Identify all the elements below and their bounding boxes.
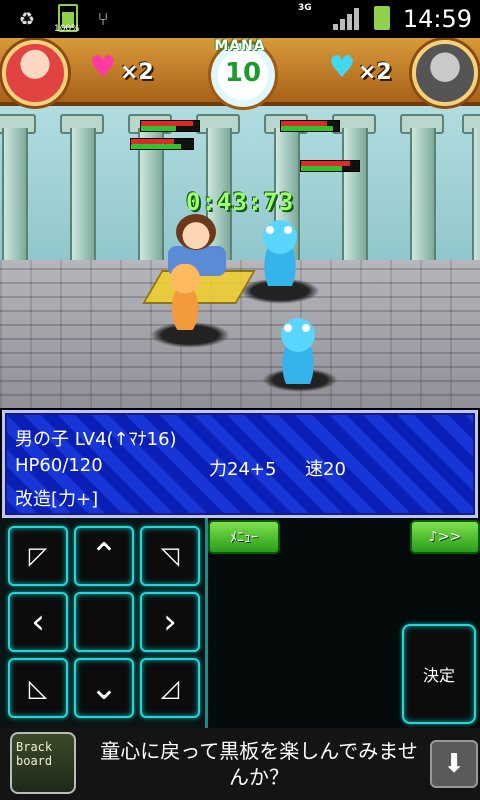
castle-column [342,128,368,268]
pink-heart-icon: ♥ [89,50,117,85]
dpad-down-button[interactable]: ⌄ [74,658,134,718]
download-icon[interactable]: ⬇ [430,740,478,788]
player-lives-count: ×2 [120,60,154,85]
recycle-icon: ♻ [18,8,36,30]
battery-full-icon [374,6,390,30]
castle-column [410,128,436,268]
clock: 14:59 [402,5,472,33]
hp-bar [280,120,340,132]
control-panel: ◸ ⌃ ◹ ‹ › ◺ ⌄ ◿ ﾒﾆｭｰ ♪>> 決定 [0,518,480,730]
dpad-down-right-button[interactable]: ◿ [140,658,200,718]
ad-app-logo[interactable]: Brack board [10,732,76,794]
confirm-button[interactable]: 決定 [402,624,476,724]
mana-value: 10 [224,58,262,88]
castle-column [472,128,480,268]
3g-icon: 3G [298,3,312,13]
mana-label: MANA [214,38,266,54]
ad-banner[interactable]: Brack board 童心に戻って黒板を楽しんでみませんか？ ⬇ [0,728,480,800]
red-haired-girl-portrait [2,40,68,106]
unit-hp: HP60/120 [15,455,103,476]
ad-message[interactable]: 童心に戻って黒板を楽しんでみませんか？ [94,738,424,790]
usb-icon: ⑂ [97,8,109,30]
blue-monster-sprite[interactable] [272,314,324,384]
battle-field[interactable]: ♥ ×2 MANA 10 ♥ ×2 0:43:73 [0,38,480,408]
unit-strength: 力24+5 [209,459,277,480]
chevron-right-icon: › [163,602,177,642]
chevron-up-icon: ⌃ [89,536,119,576]
dpad-right-button[interactable]: › [140,592,200,652]
mp-fill [141,126,176,131]
status-bar: ♻ 100% ⑂ 3G 14:59 [0,0,480,38]
hp-bar [140,120,200,132]
signal-icon [333,8,359,30]
blue-monster-sprite[interactable] [254,216,306,286]
battery-percent-label: 100% [54,24,80,34]
dpad-center-button[interactable] [74,592,134,652]
unit-status-window: 男の子 LV4(↑ﾏﾅ16) HP60/120 力24+5 速20 改造[力+] [2,410,478,518]
castle-column [2,128,28,268]
blue-heart-icon: ♥ [328,50,356,85]
teddy-bear-sprite[interactable] [162,264,208,330]
sound-speed-button[interactable]: ♪>> [410,520,480,554]
dpad-up-left-button[interactable]: ◸ [8,526,68,586]
chevron-down-icon: ⌄ [89,668,119,708]
chevron-left-icon: ‹ [31,602,45,642]
menu-button[interactable]: ﾒﾆｭｰ [208,520,280,554]
unit-name-level: 男の子 LV4(↑ﾏﾅ16) [15,429,177,450]
battle-timer: 0:43:73 [186,188,295,216]
knight-helmet-portrait [412,40,478,106]
hp-bar [130,138,194,150]
mp-fill [281,126,334,131]
mp-fill [301,166,342,171]
dpad-up-button[interactable]: ⌃ [74,526,134,586]
castle-column [70,128,96,268]
mp-fill [131,144,181,149]
enemy-lives-count: ×2 [358,60,392,85]
dpad-left-button[interactable]: ‹ [8,592,68,652]
dpad-up-right-button[interactable]: ◹ [140,526,200,586]
unit-speed: 速20 [305,459,346,480]
dpad-down-left-button[interactable]: ◺ [8,658,68,718]
boy-sprite[interactable] [176,214,216,250]
unit-modification: 改造[力+] [15,489,99,510]
hp-bar [300,160,360,172]
